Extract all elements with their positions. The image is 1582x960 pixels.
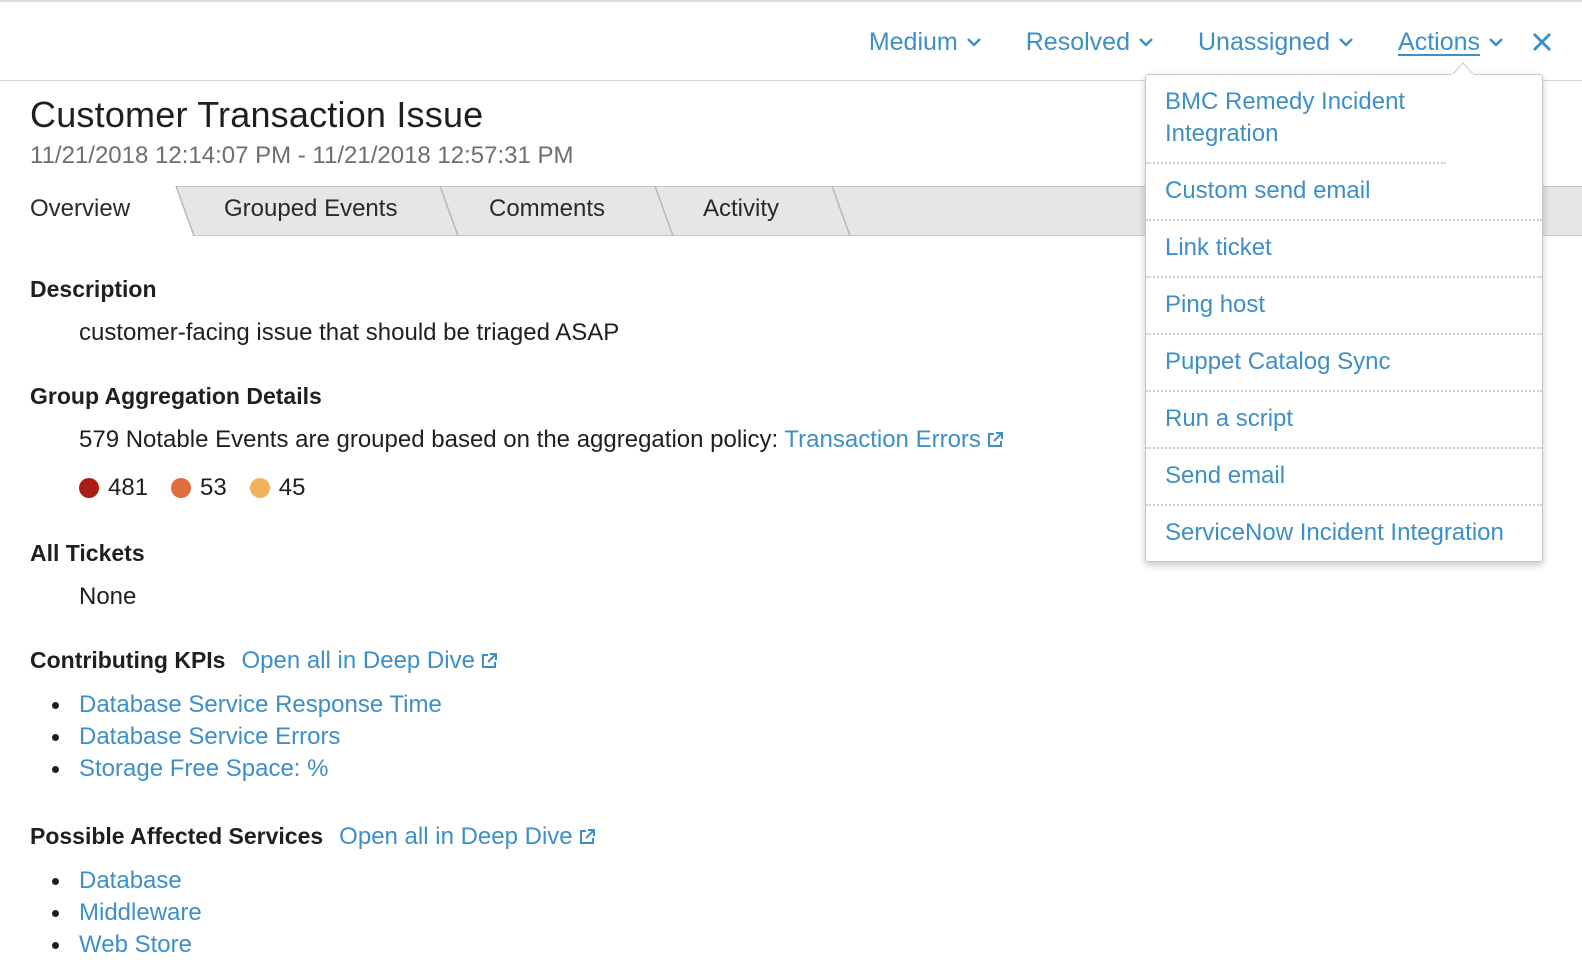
group-aggregation-heading: Group Aggregation Details <box>30 383 1130 410</box>
description-text: customer-facing issue that should be tri… <box>79 319 620 346</box>
severity-label: Medium <box>868 27 958 56</box>
owner-dropdown[interactable]: Unassigned <box>1198 28 1354 57</box>
bullet-icon <box>52 733 59 741</box>
high-count: 53 <box>200 474 227 501</box>
actions-dropdown[interactable]: Actions <box>1398 28 1504 57</box>
severity-count-critical: 481 <box>79 474 148 502</box>
menu-pointer-arrow <box>1452 62 1474 76</box>
severity-count-high: 53 <box>171 474 227 502</box>
menu-item-bmc-remedy[interactable]: BMC Remedy Incident Integration <box>1146 75 1446 164</box>
aggregation-policy-link-text: Transaction Errors <box>784 426 981 453</box>
status-dropdown[interactable]: Resolved <box>1026 28 1154 57</box>
external-link-icon <box>987 432 1003 447</box>
bullet-icon <box>52 877 59 885</box>
kpi-list-item: Database Service Response Time <box>52 689 1130 721</box>
service-list-item: Middleware <box>52 897 1130 929</box>
services-heading-text: Possible Affected Services <box>30 823 324 849</box>
kpis-deep-dive-link-text: Open all in Deep Dive <box>241 647 475 674</box>
service-link[interactable]: Database <box>79 865 182 897</box>
kpis-heading-text: Contributing KPIs <box>30 647 226 673</box>
aggregation-policy-link[interactable]: Transaction Errors <box>784 426 1004 453</box>
severity-counts: 481 53 45 <box>30 474 1130 502</box>
severity-count-medium: 45 <box>249 474 306 502</box>
kpis-deep-dive-link[interactable]: Open all in Deep Dive <box>241 647 497 675</box>
chevron-down-icon <box>966 38 981 47</box>
kpi-link[interactable]: Database Service Response Time <box>79 689 442 721</box>
external-link-icon <box>579 829 595 844</box>
bullet-icon <box>52 765 59 773</box>
actions-label: Actions <box>1398 27 1480 56</box>
severity-dropdown[interactable]: Medium <box>869 28 982 57</box>
tickets-heading-text: All Tickets <box>30 540 145 566</box>
services-deep-dive-link-text: Open all in Deep Dive <box>339 823 573 850</box>
page-title: Customer Transaction Issue <box>30 94 484 135</box>
tickets-heading: All Tickets <box>30 540 1130 567</box>
tickets-value: None <box>79 583 137 610</box>
menu-item-ping-host[interactable]: Ping host <box>1146 278 1542 335</box>
bullet-icon <box>52 909 59 917</box>
bullet-icon <box>52 701 59 709</box>
chevron-down-icon <box>1489 38 1503 47</box>
service-list-item: Web Store <box>52 929 1130 960</box>
menu-item-run-script[interactable]: Run a script <box>1146 392 1542 449</box>
critical-count: 481 <box>108 474 149 501</box>
tab-activity[interactable]: Activity <box>703 195 779 223</box>
toolbar-controls: Medium Resolved Unassigned Actions <box>869 2 1582 82</box>
services-list: Database Middleware Web Store <box>30 865 1130 960</box>
kpi-list-item: Database Service Errors <box>52 721 1130 753</box>
kpi-link[interactable]: Database Service Errors <box>79 721 340 753</box>
bullet-icon <box>52 941 59 949</box>
group-aggregation-heading-text: Group Aggregation Details <box>30 383 322 409</box>
episode-time-range: 11/21/2018 12:14:07 PM - 11/21/2018 12:5… <box>30 142 574 169</box>
external-link-icon <box>481 653 497 668</box>
group-aggregation-text: 579 Notable Events are grouped based on … <box>30 426 1130 454</box>
kpi-list: Database Service Response Time Database … <box>30 689 1130 785</box>
service-link[interactable]: Middleware <box>79 897 202 929</box>
menu-item-link-ticket[interactable]: Link ticket <box>1146 221 1542 278</box>
services-deep-dive-link[interactable]: Open all in Deep Dive <box>339 823 595 851</box>
services-heading: Possible Affected Services Open all in D… <box>30 823 1130 851</box>
chevron-down-icon <box>1339 38 1353 47</box>
description-heading-text: Description <box>30 276 157 302</box>
medium-count: 45 <box>278 474 306 501</box>
critical-severity-dot-icon <box>79 478 99 498</box>
episode-toolbar: Medium Resolved Unassigned Actions <box>0 0 1582 81</box>
service-list-item: Database <box>52 865 1130 897</box>
kpi-link[interactable]: Storage Free Space: % <box>79 753 328 785</box>
close-button[interactable] <box>1532 32 1552 52</box>
close-icon <box>1532 32 1552 52</box>
medium-severity-dot-icon <box>249 478 270 498</box>
tab-comments[interactable]: Comments <box>489 195 605 223</box>
episode-header: Customer Transaction Issue 11/21/2018 12… <box>30 94 574 170</box>
menu-item-puppet-catalog-sync[interactable]: Puppet Catalog Sync <box>1146 335 1542 392</box>
overview-panel: Description customer-facing issue that s… <box>30 276 1130 960</box>
status-label: Resolved <box>1025 27 1130 56</box>
owner-label: Unassigned <box>1197 27 1331 56</box>
high-severity-dot-icon <box>171 478 192 498</box>
tab-overview[interactable]: Overview <box>30 195 130 223</box>
tab-grouped-events[interactable]: Grouped Events <box>224 195 397 223</box>
description-heading: Description <box>30 276 1130 303</box>
actions-menu: BMC Remedy Incident Integration Custom s… <box>1145 74 1543 562</box>
kpi-list-item: Storage Free Space: % <box>52 753 1130 785</box>
menu-item-custom-send-email[interactable]: Custom send email <box>1146 164 1542 221</box>
menu-item-send-email[interactable]: Send email <box>1146 449 1542 506</box>
chevron-down-icon <box>1139 38 1153 47</box>
aggregation-description: 579 Notable Events are grouped based on … <box>79 426 779 453</box>
service-link[interactable]: Web Store <box>79 929 192 960</box>
kpis-heading: Contributing KPIs Open all in Deep Dive <box>30 647 1130 675</box>
menu-item-servicenow[interactable]: ServiceNow Incident Integration <box>1146 506 1542 561</box>
